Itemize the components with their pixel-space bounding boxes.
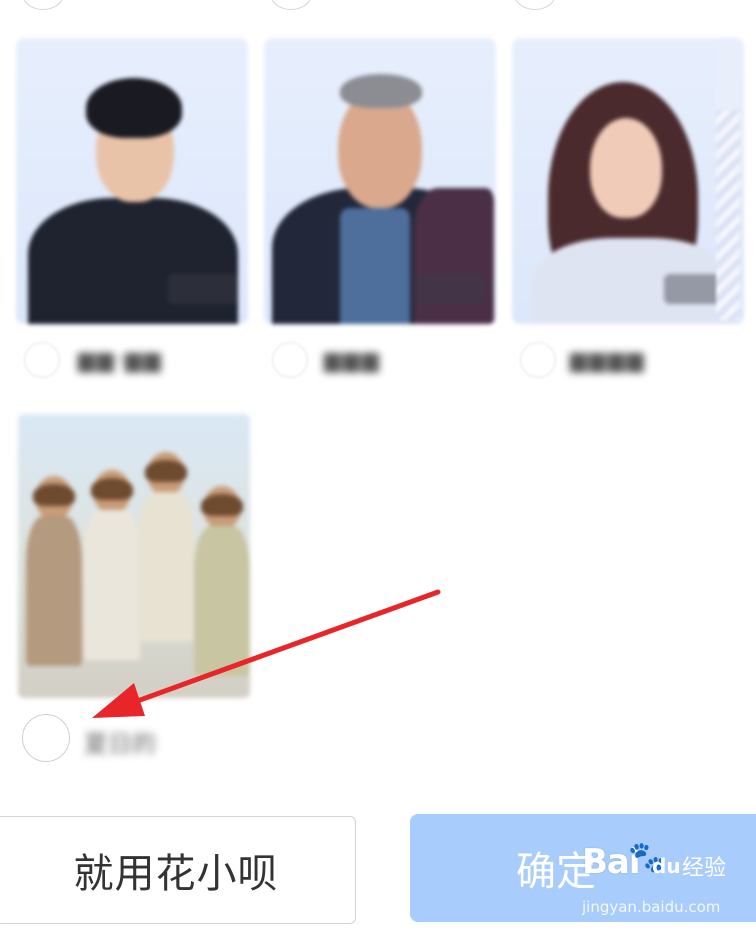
arrow-head (92, 683, 145, 718)
baidu-jingyan-watermark: Bai 🐾 du 经验 jingyan.baidu.com (582, 840, 752, 920)
watermark-jingyan: 经验 (682, 856, 727, 881)
use-huaxiaobai-button[interactable]: 就用花小呗 (0, 816, 356, 924)
watermark-url: jingyan.baidu.com (582, 898, 721, 916)
arrow-shaft (115, 589, 441, 711)
watermark-logo-du: du (652, 854, 681, 878)
annotation-arrow (92, 589, 441, 718)
